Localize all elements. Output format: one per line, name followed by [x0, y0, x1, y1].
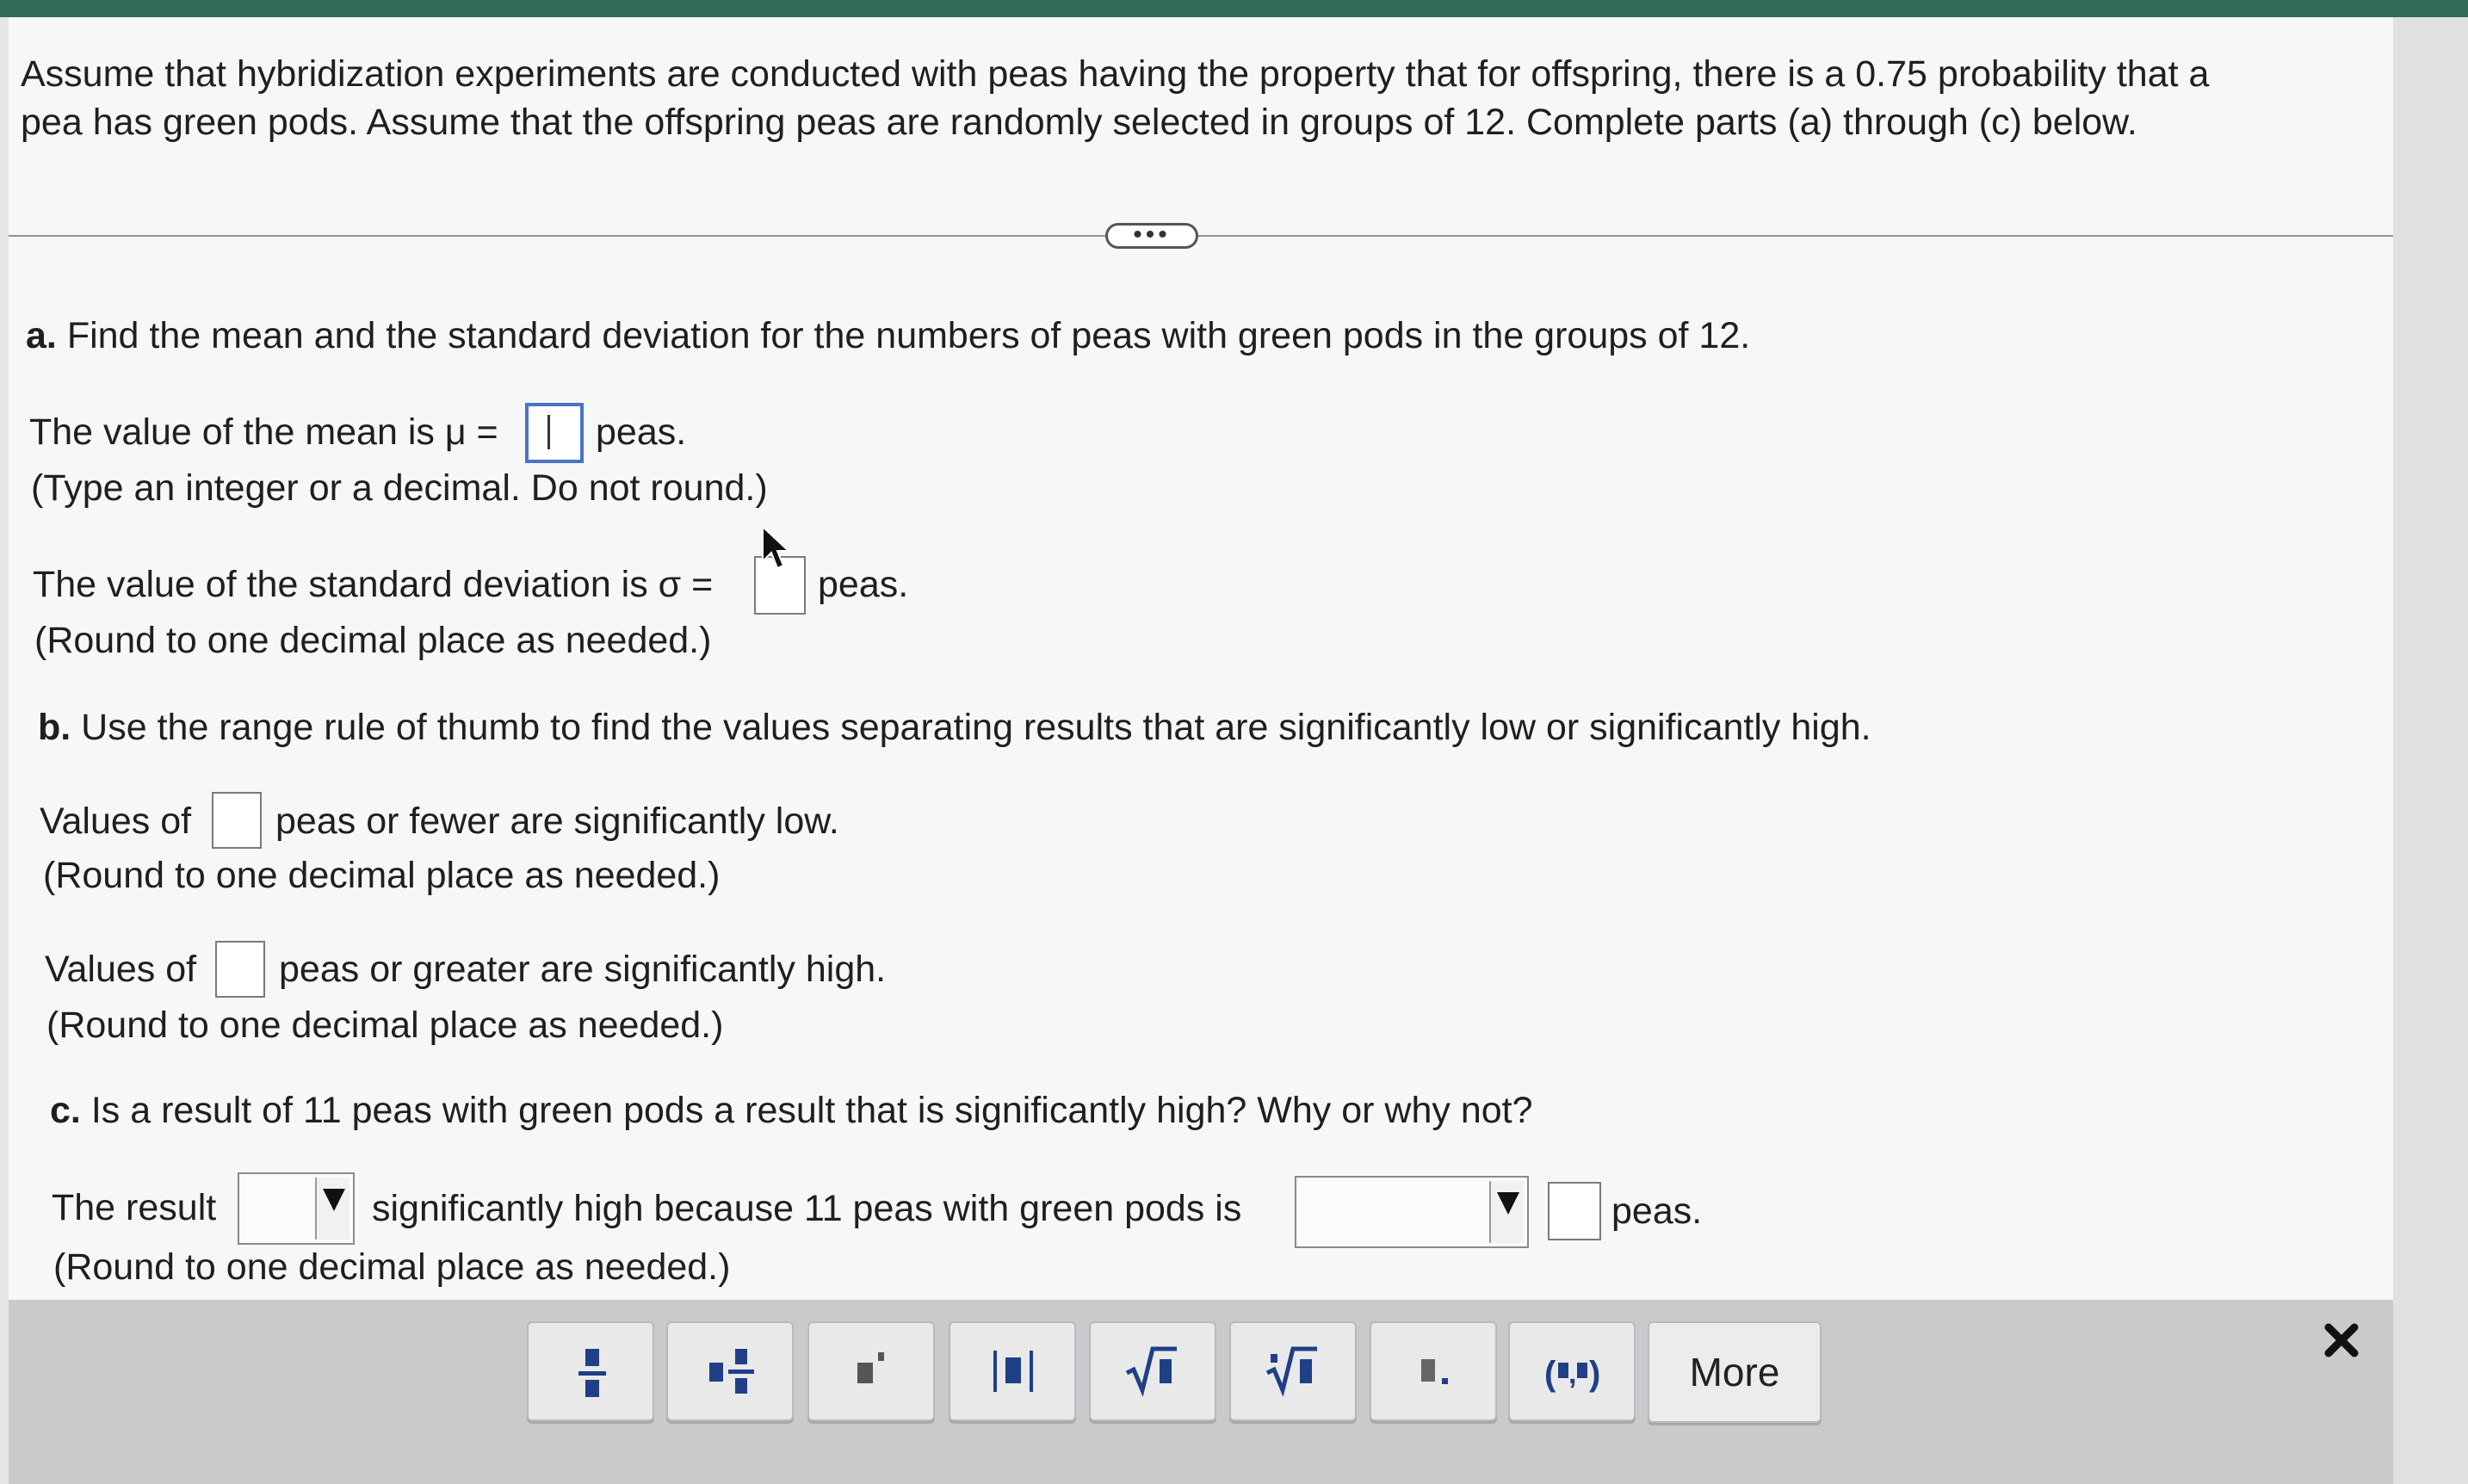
- sd-prefix: The value of the standard deviation is σ…: [33, 564, 714, 605]
- result-middle: significantly high because 11 peas with …: [372, 1188, 1242, 1229]
- close-icon[interactable]: [2320, 1319, 2363, 1362]
- mean-hint: (Type an integer or a decimal. Do not ro…: [31, 467, 768, 509]
- high-suffix: peas or greater are significantly high.: [279, 949, 887, 990]
- nth-root-icon: [1265, 1346, 1317, 1397]
- result-suffix: peas.: [1611, 1190, 1703, 1232]
- page-margin: [2393, 17, 2468, 1484]
- dropdown-arrow: [315, 1178, 349, 1240]
- section-divider: [9, 235, 2393, 237]
- svg-text:(: (: [1544, 1355, 1556, 1393]
- part-c-question: c. Is a result of 11 peas with green pod…: [50, 1088, 1533, 1133]
- fraction-button[interactable]: [527, 1321, 654, 1421]
- part-b-label: b.: [38, 707, 71, 748]
- low-prefix: Values of: [40, 801, 192, 842]
- high-input[interactable]: [215, 941, 265, 998]
- mean-suffix: peas.: [596, 411, 687, 453]
- result-value-input[interactable]: [1548, 1182, 1601, 1240]
- low-suffix: peas or fewer are significantly low.: [275, 801, 839, 842]
- triangle-down-icon: [323, 1189, 345, 1211]
- sd-suffix: peas.: [818, 564, 909, 605]
- part-a-question: a. Find the mean and the standard deviat…: [26, 313, 1750, 358]
- result-hint: (Round to one decimal place as needed.): [53, 1246, 731, 1288]
- mixed-number-icon: [709, 1349, 754, 1394]
- absolute-value-icon: [993, 1351, 1033, 1392]
- part-c-label: c.: [50, 1090, 81, 1131]
- part-c-text: Is a result of 11 peas with green pods a…: [90, 1090, 1533, 1131]
- problem-line-1: Assume that hybridization experiments ar…: [21, 53, 2210, 95]
- part-a-text: Find the mean and the standard deviation…: [66, 315, 1751, 356]
- ordered-pair-icon: ( , ): [1544, 1355, 1600, 1393]
- result-is-dropdown[interactable]: [238, 1172, 355, 1245]
- mean-input[interactable]: [525, 403, 584, 463]
- mean-prefix: The value of the mean is μ =: [29, 411, 498, 453]
- result-prefix: The result: [52, 1187, 217, 1228]
- fraction-icon: [578, 1349, 606, 1397]
- low-input[interactable]: [212, 792, 262, 849]
- more-button[interactable]: More: [1648, 1321, 1822, 1423]
- high-prefix: Values of: [45, 949, 197, 990]
- nth-root-button[interactable]: [1229, 1321, 1357, 1421]
- decimal-icon: [1421, 1359, 1448, 1384]
- expand-button[interactable]: •••: [1105, 222, 1198, 249]
- svg-text:,: ,: [1568, 1357, 1576, 1390]
- comparison-dropdown[interactable]: [1295, 1176, 1529, 1248]
- exponent-button[interactable]: [807, 1321, 935, 1421]
- triangle-down-icon: [1497, 1192, 1519, 1215]
- part-b-text: Use the range rule of thumb to find the …: [81, 707, 1871, 748]
- svg-text:): ): [1589, 1355, 1600, 1393]
- sd-hint: (Round to one decimal place as needed.): [34, 620, 712, 661]
- mouse-cursor-icon: [762, 525, 791, 570]
- problem-line-2: pea has green pods. Assume that the offs…: [21, 102, 2137, 143]
- mixed-number-button[interactable]: [666, 1321, 794, 1421]
- absolute-value-button[interactable]: [949, 1321, 1076, 1421]
- part-a-label: a.: [26, 315, 57, 356]
- square-root-icon: [1125, 1346, 1177, 1397]
- dropdown-arrow: [1489, 1181, 1524, 1243]
- ordered-pair-button[interactable]: ( , ): [1508, 1321, 1636, 1421]
- exponent-icon: [857, 1352, 884, 1383]
- problem-statement: Assume that hybridization experiments ar…: [21, 50, 2379, 146]
- square-root-button[interactable]: [1089, 1321, 1216, 1421]
- top-bar: [0, 0, 2468, 17]
- part-b-question: b. Use the range rule of thumb to find t…: [38, 705, 1871, 750]
- high-hint: (Round to one decimal place as needed.): [46, 1005, 724, 1046]
- low-hint: (Round to one decimal place as needed.): [43, 855, 721, 896]
- decimal-button[interactable]: [1370, 1321, 1497, 1421]
